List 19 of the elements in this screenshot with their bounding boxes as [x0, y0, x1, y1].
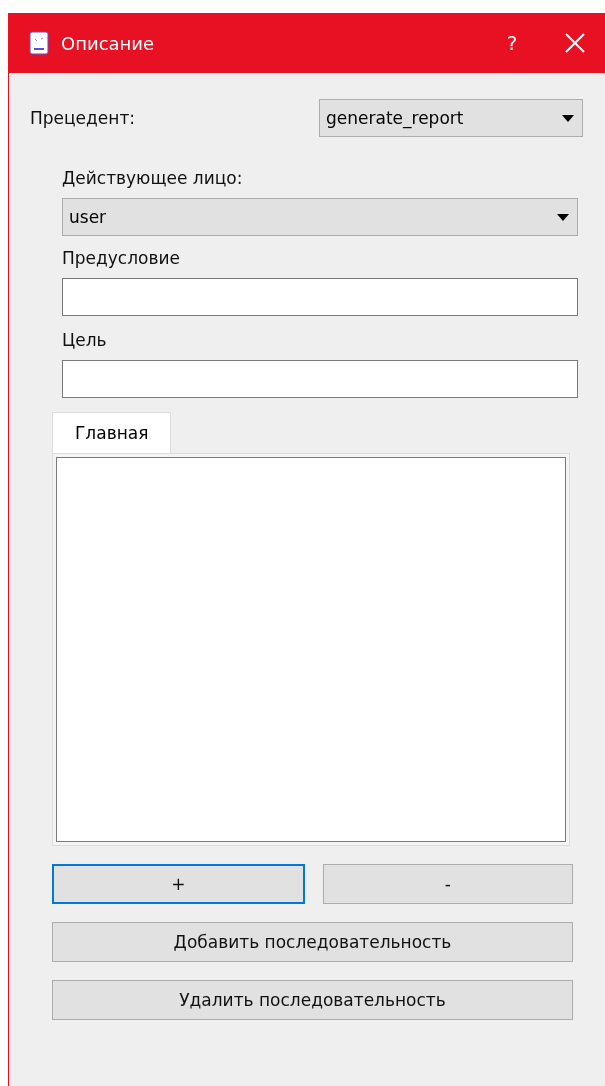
- help-button[interactable]: ?: [487, 13, 537, 73]
- step-button[interactable]: +: [52, 864, 305, 904]
- sequence-button[interactable]: Удалить последовательность: [52, 980, 573, 1020]
- input-field[interactable]: [62, 278, 578, 316]
- use-case-label: Прецедент:: [30, 108, 136, 128]
- caret-icon: [562, 114, 574, 122]
- document-icon: [29, 31, 49, 55]
- sequence-button[interactable]: Добавить последовательность: [52, 922, 573, 962]
- step-button[interactable]: -: [322, 864, 573, 904]
- input-field[interactable]: [62, 360, 578, 398]
- caret-icon: [557, 213, 569, 221]
- close-icon: [565, 33, 585, 53]
- actor-dropdown[interactable]: user: [62, 198, 578, 236]
- field-label: Цель: [62, 330, 108, 350]
- use-case-dropdown[interactable]: generate_report: [319, 99, 583, 137]
- window-title: Описание: [61, 32, 156, 54]
- tab[interactable]: Главная: [52, 412, 172, 453]
- actor-label: Действующее лицо:: [62, 168, 244, 188]
- field-label: Предусловие: [62, 248, 181, 268]
